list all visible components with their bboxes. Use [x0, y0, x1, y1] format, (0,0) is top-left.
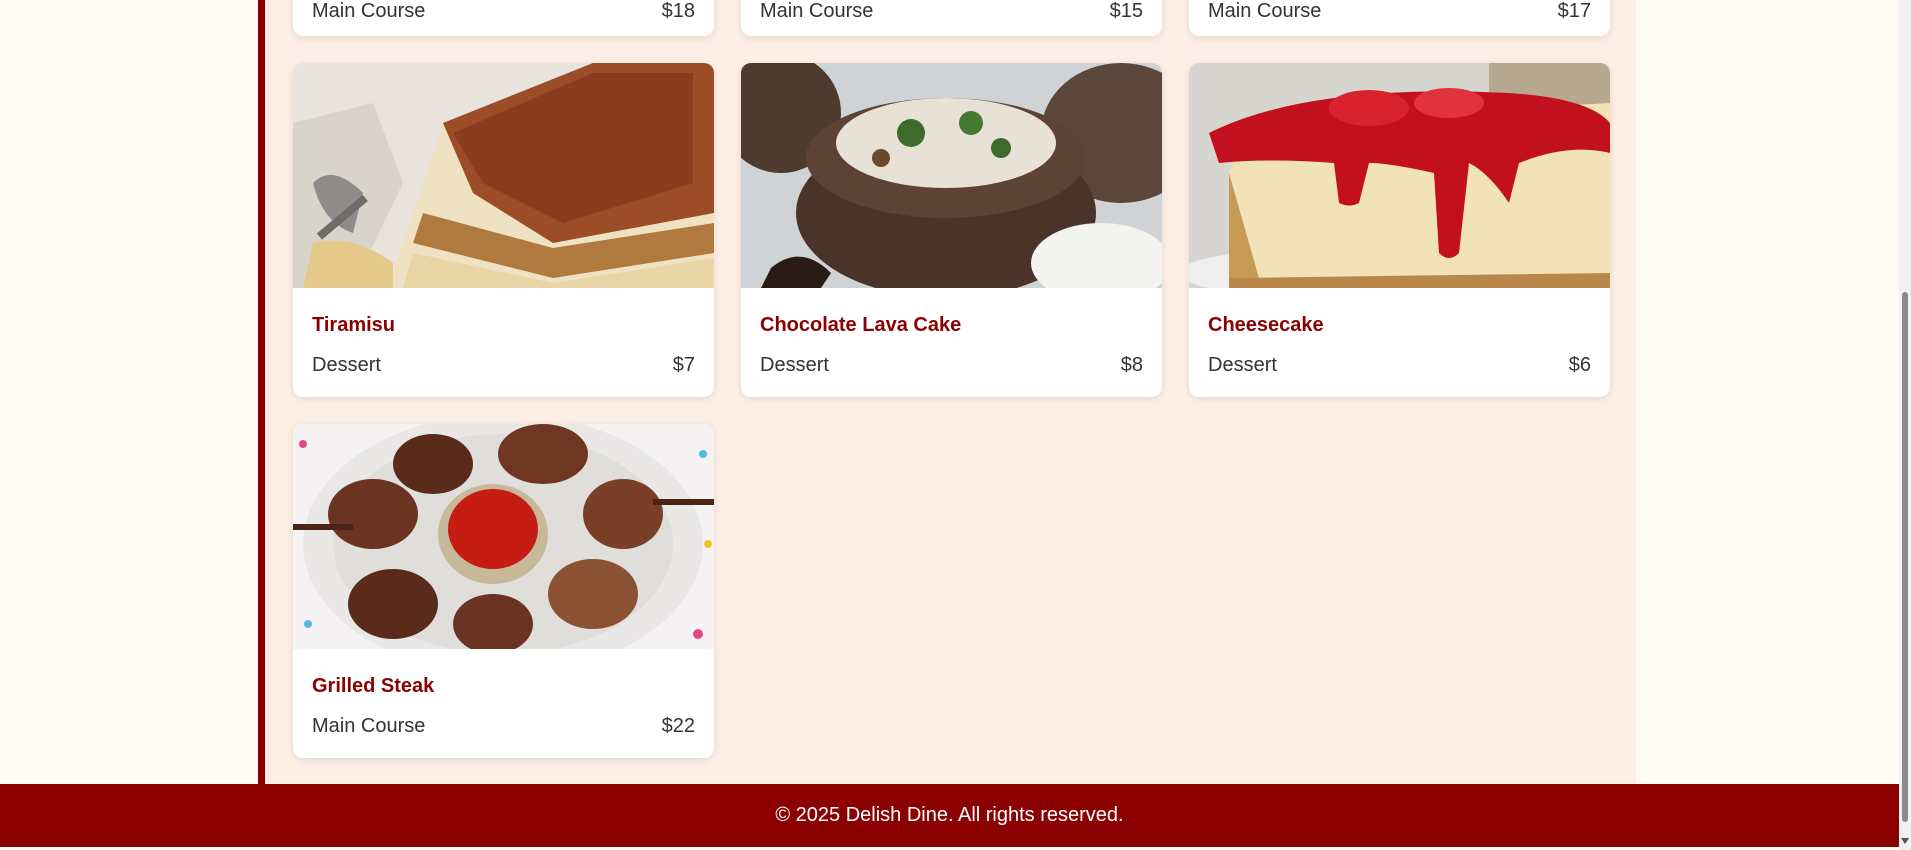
- footer-copyright: © 2025 Delish Dine. All rights reserved.: [775, 804, 1124, 826]
- menu-card-category: Main Course: [312, 715, 426, 737]
- menu-card-category: Main Course: [312, 0, 426, 22]
- page: Main Course $18 Main Course $15 Main Cou…: [0, 0, 1911, 850]
- cheesecake-photo: [1189, 63, 1610, 288]
- menu-card-name: Tiramisu: [312, 314, 395, 336]
- menu-card-cheesecake[interactable]: Cheesecake Dessert $6: [1189, 63, 1610, 397]
- menu-card-meta: Dessert $6: [1208, 354, 1591, 376]
- grilled-meat-platter-photo: [293, 424, 714, 649]
- menu-card-category: Dessert: [760, 354, 829, 376]
- menu-section: Main Course $18 Main Course $15 Main Cou…: [265, 0, 1636, 784]
- menu-card-price: $6: [1568, 354, 1591, 376]
- menu-card-meta: Main Course $17: [1208, 0, 1591, 22]
- menu-card-category: Main Course: [1208, 0, 1322, 22]
- menu-card-category: Dessert: [1208, 354, 1277, 376]
- menu-card-grilled-steak[interactable]: Grilled Steak Main Course $22: [293, 424, 714, 758]
- menu-card-chocolate-lava-cake[interactable]: Chocolate Lava Cake Dessert $8: [741, 63, 1162, 397]
- menu-card-body: Chocolate Lava Cake Dessert $8: [741, 288, 1162, 394]
- page-scrollbar[interactable]: [1899, 0, 1911, 850]
- menu-card-category: Dessert: [312, 354, 381, 376]
- menu-card-meta: Main Course $15: [760, 0, 1143, 22]
- scroll-down-arrow-icon[interactable]: [1901, 838, 1909, 844]
- menu-card-tiramisu[interactable]: Tiramisu Dessert $7: [293, 63, 714, 397]
- menu-card[interactable]: Main Course $15: [741, 0, 1162, 36]
- menu-card-price: $17: [1557, 0, 1591, 22]
- menu-card-body: Tiramisu Dessert $7: [293, 288, 714, 394]
- menu-card-price: $7: [672, 354, 695, 376]
- menu-card-name: Chocolate Lava Cake: [760, 314, 962, 336]
- menu-card-meta: Main Course $22: [312, 715, 695, 737]
- menu-card-body: Cheesecake Dessert $6: [1189, 288, 1610, 394]
- menu-card-meta: Dessert $8: [760, 354, 1143, 376]
- menu-card-category: Main Course: [760, 0, 874, 22]
- menu-card-price: $22: [661, 715, 695, 737]
- site-footer: © 2025 Delish Dine. All rights reserved.: [0, 784, 1899, 847]
- stuffed-mushroom-photo: [741, 63, 1162, 288]
- accent-rule: [258, 0, 265, 784]
- scrollbar-thumb[interactable]: [1902, 292, 1908, 822]
- tiramisu-photo: [293, 63, 714, 288]
- menu-card-price: $15: [1109, 0, 1143, 22]
- menu-card-meta: Main Course $18: [312, 0, 695, 22]
- menu-card-body: Grilled Steak Main Course $22: [293, 649, 714, 755]
- menu-card-name: Cheesecake: [1208, 314, 1324, 336]
- menu-card-name: Grilled Steak: [312, 675, 435, 697]
- menu-card-price: $18: [661, 0, 695, 22]
- menu-card[interactable]: Main Course $18: [293, 0, 714, 36]
- menu-card-price: $8: [1120, 354, 1143, 376]
- menu-card-meta: Dessert $7: [312, 354, 695, 376]
- menu-card[interactable]: Main Course $17: [1189, 0, 1610, 36]
